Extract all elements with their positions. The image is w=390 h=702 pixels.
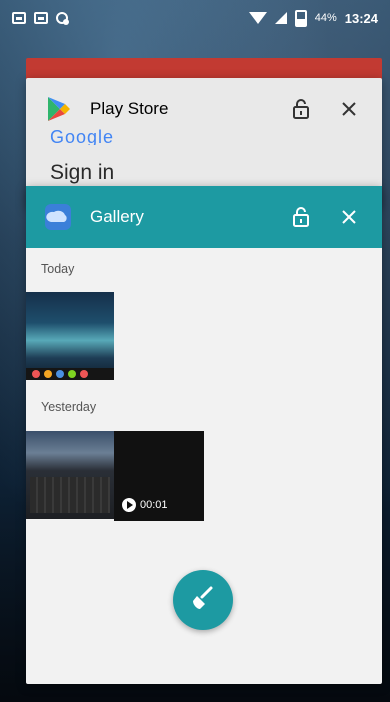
- battery-icon: [294, 9, 307, 27]
- battery-percent: 44%: [314, 12, 337, 24]
- video-duration-badge: 00:01: [122, 498, 168, 512]
- thumbnail-dock: [26, 368, 114, 380]
- notification-icons: [12, 12, 69, 25]
- close-icon[interactable]: [334, 202, 364, 232]
- play-store-icon: [44, 95, 72, 123]
- app-title: Play Store: [90, 99, 169, 118]
- video-duration: 00:01: [140, 499, 168, 511]
- photo-thumbnail[interactable]: [26, 431, 114, 519]
- status-bar: 44% 13:24: [0, 0, 390, 36]
- card-header: Gallery: [26, 186, 382, 248]
- wifi-icon: [248, 12, 267, 24]
- app-preview: Google Sign in: [50, 123, 382, 185]
- section-label-yesterday: Yesterday: [41, 400, 97, 414]
- clock: 13:24: [344, 10, 378, 26]
- play-icon: [122, 498, 136, 512]
- google-logo-text: Google: [50, 129, 115, 145]
- screenshot-notification-icon: [56, 12, 69, 25]
- video-thumbnail[interactable]: 00:01: [114, 431, 204, 521]
- lock-icon[interactable]: [286, 94, 316, 124]
- recent-app-card-gallery[interactable]: Gallery Today Yesterday 00:01: [26, 186, 382, 684]
- sign-in-heading: Sign in: [50, 161, 115, 184]
- clear-all-button[interactable]: [173, 570, 233, 630]
- thumbnail-content: [30, 477, 110, 513]
- broom-icon: [188, 583, 218, 618]
- section-label-today: Today: [41, 262, 75, 276]
- system-status: 44% 13:24: [248, 9, 378, 27]
- app-title: Gallery: [90, 207, 144, 226]
- gallery-icon: [44, 203, 72, 231]
- image-notification-icon: [34, 12, 48, 24]
- cell-signal-icon: [274, 12, 287, 24]
- lock-icon[interactable]: [286, 202, 316, 232]
- image-notification-icon: [12, 12, 26, 24]
- photo-thumbnail[interactable]: [26, 292, 114, 380]
- close-icon[interactable]: [334, 94, 364, 124]
